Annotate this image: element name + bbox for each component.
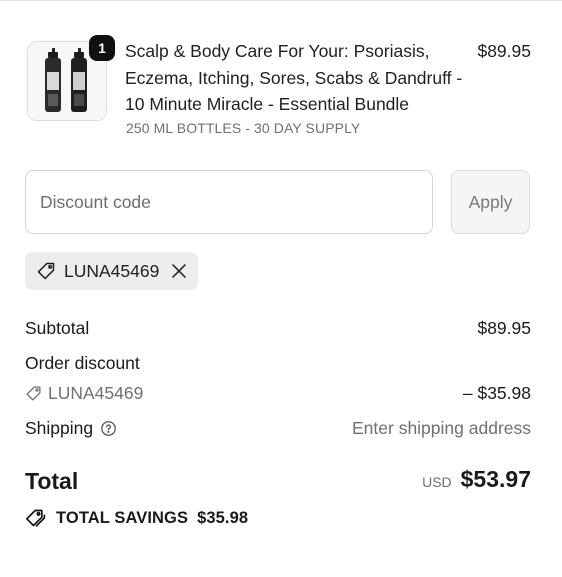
total-row: Total USD $53.97 (25, 466, 531, 500)
discount-code-line: LUNA45469 (25, 383, 143, 404)
help-circle-icon[interactable] (100, 420, 117, 437)
applied-discount-chip: LUNA45469 (25, 252, 198, 290)
total-savings: TOTAL SAVINGS $35.98 (25, 508, 248, 528)
tag-icon (25, 385, 42, 402)
discount-value: – $35.98 (462, 383, 531, 403)
top-divider (0, 0, 562, 1)
savings-label: TOTAL SAVINGS (56, 508, 189, 527)
tag-icon (36, 261, 56, 281)
discount-code-input[interactable] (25, 170, 433, 234)
discount-code-text: LUNA45469 (48, 383, 144, 403)
close-icon[interactable] (171, 263, 187, 279)
total-label: Total (25, 468, 79, 494)
apply-discount-button[interactable]: Apply (451, 170, 530, 234)
shipping-row: Shipping Enter shipping address (25, 418, 531, 440)
shipping-label-group: Shipping (25, 418, 117, 439)
shipping-value: Enter shipping address (352, 418, 531, 438)
currency-code: USD (422, 474, 452, 490)
total-amount-group: USD $53.97 (422, 466, 531, 493)
subtotal-label: Subtotal (25, 318, 90, 338)
order-discount-label: Order discount (25, 353, 140, 373)
product-price: $89.95 (477, 41, 531, 61)
quantity-badge: 1 (89, 35, 115, 61)
applied-discount-code: LUNA45469 (64, 260, 160, 281)
product-name: Scalp & Body Care For Your: Psoriasis, E… (125, 41, 463, 114)
order-discount-row: Order discount (25, 353, 531, 375)
total-value: $53.97 (460, 466, 531, 492)
subtotal-value: $89.95 (477, 318, 531, 338)
shipping-label: Shipping (25, 418, 94, 438)
discount-code-row: LUNA45469 – $35.98 (25, 383, 531, 405)
savings-value: $35.98 (197, 508, 249, 527)
tags-icon (25, 508, 47, 528)
line-item: 1 Scalp & Body Care For Your: Psoriasis,… (25, 35, 531, 138)
subtotal-row: Subtotal $89.95 (25, 318, 531, 340)
product-variant: 250 ML BOTTLES - 30 DAY SUPPLY (126, 120, 361, 136)
